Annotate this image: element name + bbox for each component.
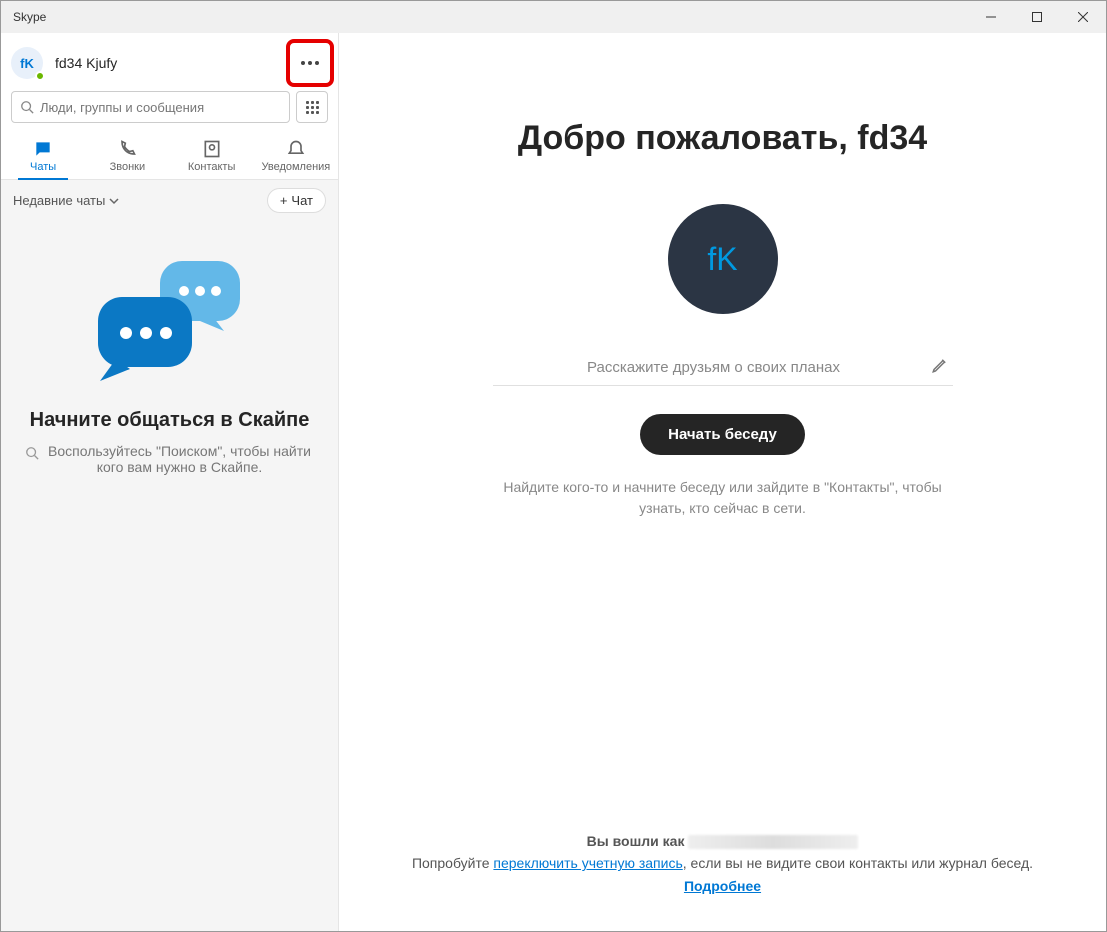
plus-icon: + bbox=[280, 193, 288, 208]
avatar-big-initials: fK bbox=[707, 241, 737, 278]
empty-text: Воспользуйтесь "Поиском", чтобы найти ко… bbox=[45, 443, 314, 475]
chevron-down-icon[interactable] bbox=[109, 196, 119, 206]
bell-icon bbox=[286, 139, 306, 159]
contacts-icon bbox=[202, 139, 222, 159]
status-placeholder: Расскажите друзьям о своих планах bbox=[497, 359, 931, 376]
sidebar: fK fd34 Kjufy Люди, группы и сообщения bbox=[1, 33, 339, 931]
search-icon bbox=[20, 100, 34, 114]
more-menu-button[interactable] bbox=[292, 45, 328, 81]
recent-chats-label[interactable]: Недавние чаты bbox=[13, 193, 105, 208]
search-placeholder: Люди, группы и сообщения bbox=[40, 100, 204, 115]
tab-label: Контакты bbox=[188, 161, 236, 173]
close-button[interactable] bbox=[1060, 1, 1106, 33]
tab-calls[interactable]: Звонки bbox=[85, 131, 169, 179]
tab-chats[interactable]: Чаты bbox=[1, 131, 85, 179]
tab-label: Звонки bbox=[110, 161, 146, 173]
presence-indicator bbox=[35, 71, 45, 81]
chat-illustration bbox=[90, 251, 250, 391]
avatar-big-wrap[interactable]: fK bbox=[668, 204, 778, 314]
dialpad-icon bbox=[306, 101, 319, 114]
maximize-button[interactable] bbox=[1014, 1, 1060, 33]
window-title: Skype bbox=[13, 10, 968, 24]
profile-row: fK fd34 Kjufy bbox=[1, 33, 338, 91]
window-controls bbox=[968, 1, 1106, 33]
tab-notifications[interactable]: Уведомления bbox=[254, 131, 338, 179]
start-conversation-button[interactable]: Начать беседу bbox=[640, 414, 805, 455]
try-prefix: Попробуйте bbox=[412, 855, 493, 871]
empty-state: Начните общаться в Скайпе Воспользуйтесь… bbox=[1, 221, 338, 931]
new-chat-label: Чат bbox=[291, 193, 313, 208]
tab-label: Уведомления bbox=[261, 161, 330, 173]
tab-label: Чаты bbox=[30, 161, 56, 173]
edit-icon[interactable] bbox=[931, 356, 949, 379]
search-icon bbox=[25, 446, 39, 460]
footer: Вы вошли как Попробуйте переключить учет… bbox=[339, 830, 1106, 897]
search-row: Люди, группы и сообщения bbox=[1, 91, 338, 131]
search-input[interactable]: Люди, группы и сообщения bbox=[11, 91, 290, 123]
learn-more-link[interactable]: Подробнее bbox=[684, 878, 761, 894]
empty-text-row: Воспользуйтесь "Поиском", чтобы найти ко… bbox=[25, 443, 314, 475]
avatar-big: fK bbox=[668, 204, 778, 314]
welcome-heading: Добро пожаловать, fd34 bbox=[518, 119, 927, 158]
more-icon bbox=[301, 61, 319, 65]
signed-in-row: Вы вошли как bbox=[379, 830, 1066, 852]
recent-chats-header: Недавние чаты + Чат bbox=[1, 180, 338, 221]
dialpad-button[interactable] bbox=[296, 91, 328, 123]
app-body: fK fd34 Kjufy Люди, группы и сообщения bbox=[1, 33, 1106, 931]
signed-in-account-blurred bbox=[688, 835, 858, 849]
new-chat-button[interactable]: + Чат bbox=[267, 188, 326, 213]
tab-contacts[interactable]: Контакты bbox=[170, 131, 254, 179]
nav-tabs: Чаты Звонки Контакты Уведомления bbox=[1, 131, 338, 180]
empty-title: Начните общаться в Скайпе bbox=[30, 407, 310, 433]
avatar[interactable]: fK bbox=[11, 47, 43, 79]
main-panel: Добро пожаловать, fd34 fK Расскажите дру… bbox=[339, 33, 1106, 931]
status-input-row[interactable]: Расскажите друзьям о своих планах bbox=[493, 350, 953, 386]
phone-icon bbox=[117, 139, 137, 159]
chat-icon bbox=[33, 139, 53, 159]
switch-account-link[interactable]: переключить учетную запись bbox=[493, 855, 682, 871]
hint-text: Найдите кого-то и начните беседу или зай… bbox=[503, 477, 943, 519]
minimize-button[interactable] bbox=[968, 1, 1014, 33]
try-suffix: , если вы не видите свои контакты или жу… bbox=[683, 855, 1033, 871]
titlebar: Skype bbox=[1, 1, 1106, 33]
profile-name[interactable]: fd34 Kjufy bbox=[55, 55, 117, 71]
signed-in-label: Вы вошли как bbox=[587, 833, 685, 849]
avatar-initials: fK bbox=[20, 56, 34, 71]
switch-account-row: Попробуйте переключить учетную запись, е… bbox=[379, 852, 1066, 874]
